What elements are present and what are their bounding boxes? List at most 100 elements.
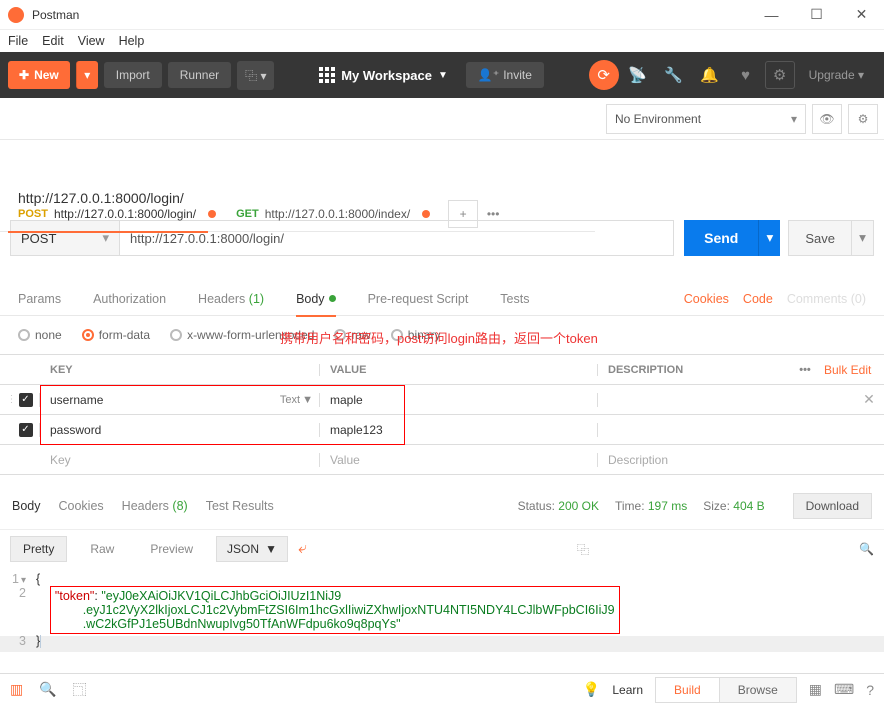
tab-tests[interactable]: Tests: [500, 282, 529, 316]
value-cell[interactable]: maple: [320, 393, 598, 407]
workspace-selector[interactable]: My Workspace ▼: [319, 67, 448, 83]
sync-icon[interactable]: ⟳: [589, 60, 619, 90]
close-button[interactable]: ✕: [839, 0, 884, 30]
bulk-edit-link[interactable]: Bulk Edit: [824, 363, 884, 377]
menu-view[interactable]: View: [78, 34, 105, 48]
unsaved-dot-icon: [422, 210, 430, 218]
key-cell[interactable]: password: [40, 423, 320, 437]
menubar: File Edit View Help: [0, 30, 884, 52]
two-pane-icon[interactable]: ▦: [809, 681, 822, 698]
body-active-dot-icon: [329, 295, 336, 302]
table-row[interactable]: ⋮⋮✓ password maple123: [0, 415, 884, 445]
bootcamp-icon[interactable]: 💡: [583, 681, 600, 698]
resp-tab-cookies[interactable]: Cookies: [59, 499, 104, 513]
tab-headers[interactable]: Headers (1): [198, 282, 264, 316]
row-checkbox[interactable]: ✓: [19, 393, 33, 407]
send-button[interactable]: Send: [684, 220, 758, 256]
row-checkbox[interactable]: ✓: [19, 423, 33, 437]
window-titlebar: Postman — ☐ ✕: [0, 0, 884, 30]
postman-logo-icon: [8, 7, 24, 23]
capture-icon[interactable]: 📡: [621, 59, 655, 91]
unsaved-dot-icon: [208, 210, 216, 218]
request-subtabs: Params Authorization Headers (1) Body Pr…: [0, 282, 884, 316]
console-icon[interactable]: ⿹: [73, 680, 87, 700]
fmt-type-select[interactable]: JSON ▼: [216, 536, 288, 562]
comments-link[interactable]: Comments (0): [787, 292, 866, 306]
environment-select[interactable]: No Environment▾: [606, 104, 806, 134]
tab-params[interactable]: Params: [18, 282, 61, 316]
resp-tab-body[interactable]: Body: [12, 499, 41, 513]
fmt-pretty[interactable]: Pretty: [10, 536, 67, 562]
browse-mode[interactable]: Browse: [719, 678, 796, 702]
request-tab-1[interactable]: POST http://127.0.0.1:8000/login/: [8, 196, 226, 232]
radio-none[interactable]: none: [18, 328, 62, 342]
find-icon[interactable]: 🔍: [39, 681, 56, 698]
col-more-icon[interactable]: •••: [786, 364, 824, 376]
col-value: VALUE: [320, 364, 598, 376]
learn-link[interactable]: Learn: [612, 683, 643, 697]
main-toolbar: ✚ New ▾ Import Runner ⿻ ▾ My Workspace ▼…: [0, 52, 884, 98]
statusbar: ▥ 🔍 ⿹ 💡 Learn Build Browse ▦ ⌨ ?: [0, 673, 884, 705]
env-preview-button[interactable]: 👁: [812, 104, 842, 134]
key-cell[interactable]: username: [50, 393, 103, 407]
import-button[interactable]: Import: [104, 62, 162, 88]
search-icon[interactable]: 🔍: [859, 542, 874, 556]
environment-row: No Environment▾ 👁 ⚙: [0, 98, 884, 140]
radio-form-data[interactable]: form-data: [82, 328, 150, 342]
tab-options-button[interactable]: •••: [478, 207, 508, 221]
remove-row-icon[interactable]: ✕: [854, 391, 884, 408]
drag-handle-icon[interactable]: ⋮⋮: [7, 394, 17, 405]
keyboard-shortcuts-icon[interactable]: ⌨: [834, 681, 854, 698]
settings-icon[interactable]: ⚙: [765, 61, 795, 89]
response-body[interactable]: 1▾{ 2 "token": "eyJ0eXAiOiJKV1QiLCJhbGci…: [0, 568, 884, 652]
invite-button[interactable]: 👤⁺ Invite: [466, 62, 544, 88]
save-dropdown[interactable]: ▾: [852, 220, 874, 256]
save-button[interactable]: Save: [788, 220, 852, 256]
maximize-button[interactable]: ☐: [794, 0, 839, 30]
col-description: DESCRIPTION: [598, 364, 786, 376]
table-row[interactable]: ⋮⋮✓ username Text ▼ maple ✕: [0, 385, 884, 415]
help-icon[interactable]: ?: [866, 682, 874, 698]
download-button[interactable]: Download: [793, 493, 872, 519]
wrench-icon[interactable]: 🔧: [657, 59, 691, 91]
menu-help[interactable]: Help: [119, 34, 145, 48]
tab-authorization[interactable]: Authorization: [93, 282, 166, 316]
fmt-raw[interactable]: Raw: [77, 536, 127, 562]
view-mode-segment: Build Browse: [655, 677, 797, 703]
tab-body[interactable]: Body: [296, 282, 336, 316]
table-row-empty[interactable]: Key Value Description: [0, 445, 884, 475]
new-button[interactable]: ✚ New: [8, 61, 70, 89]
copy-icon[interactable]: ⿻: [577, 541, 589, 558]
resp-tab-headers[interactable]: Headers (8): [122, 499, 188, 513]
runner-button[interactable]: Runner: [168, 62, 231, 88]
annotation-text: 携带用户名和密码，post访问login路由，返回一个token: [280, 328, 598, 347]
response-tabs: Body Cookies Headers (8) Test Results St…: [0, 483, 884, 530]
env-settings-button[interactable]: ⚙: [848, 104, 878, 134]
tab-prerequest[interactable]: Pre-request Script: [368, 282, 469, 316]
request-tabs: POST http://127.0.0.1:8000/login/ GET ht…: [0, 196, 595, 232]
type-dropdown[interactable]: Text ▼: [280, 394, 313, 406]
heart-icon[interactable]: ♥: [729, 59, 763, 91]
cookies-link[interactable]: Cookies: [684, 292, 729, 306]
fmt-preview[interactable]: Preview: [137, 536, 206, 562]
notifications-icon[interactable]: 🔔: [693, 59, 727, 91]
sidebar-toggle-icon[interactable]: ▥: [10, 681, 23, 698]
grid-icon: [319, 67, 335, 83]
new-window-button[interactable]: ⿻ ▾: [237, 61, 274, 90]
window-title: Postman: [32, 8, 79, 22]
code-link[interactable]: Code: [743, 292, 773, 306]
send-dropdown[interactable]: ▾: [758, 220, 780, 256]
value-cell[interactable]: maple123: [320, 423, 598, 437]
wrap-lines-icon[interactable]: ⤶: [298, 540, 307, 558]
menu-file[interactable]: File: [8, 34, 28, 48]
upgrade-button[interactable]: Upgrade ▾: [797, 68, 876, 82]
add-tab-button[interactable]: +: [448, 200, 478, 228]
new-dropdown[interactable]: ▾: [76, 61, 98, 89]
col-key: KEY: [40, 364, 320, 376]
response-format-row: Pretty Raw Preview JSON ▼ ⤶ ⿻ 🔍: [0, 530, 884, 568]
build-mode[interactable]: Build: [656, 678, 719, 702]
menu-edit[interactable]: Edit: [42, 34, 64, 48]
resp-tab-tests[interactable]: Test Results: [206, 499, 274, 513]
request-tab-2[interactable]: GET http://127.0.0.1:8000/index/: [226, 196, 440, 232]
minimize-button[interactable]: —: [749, 0, 794, 30]
